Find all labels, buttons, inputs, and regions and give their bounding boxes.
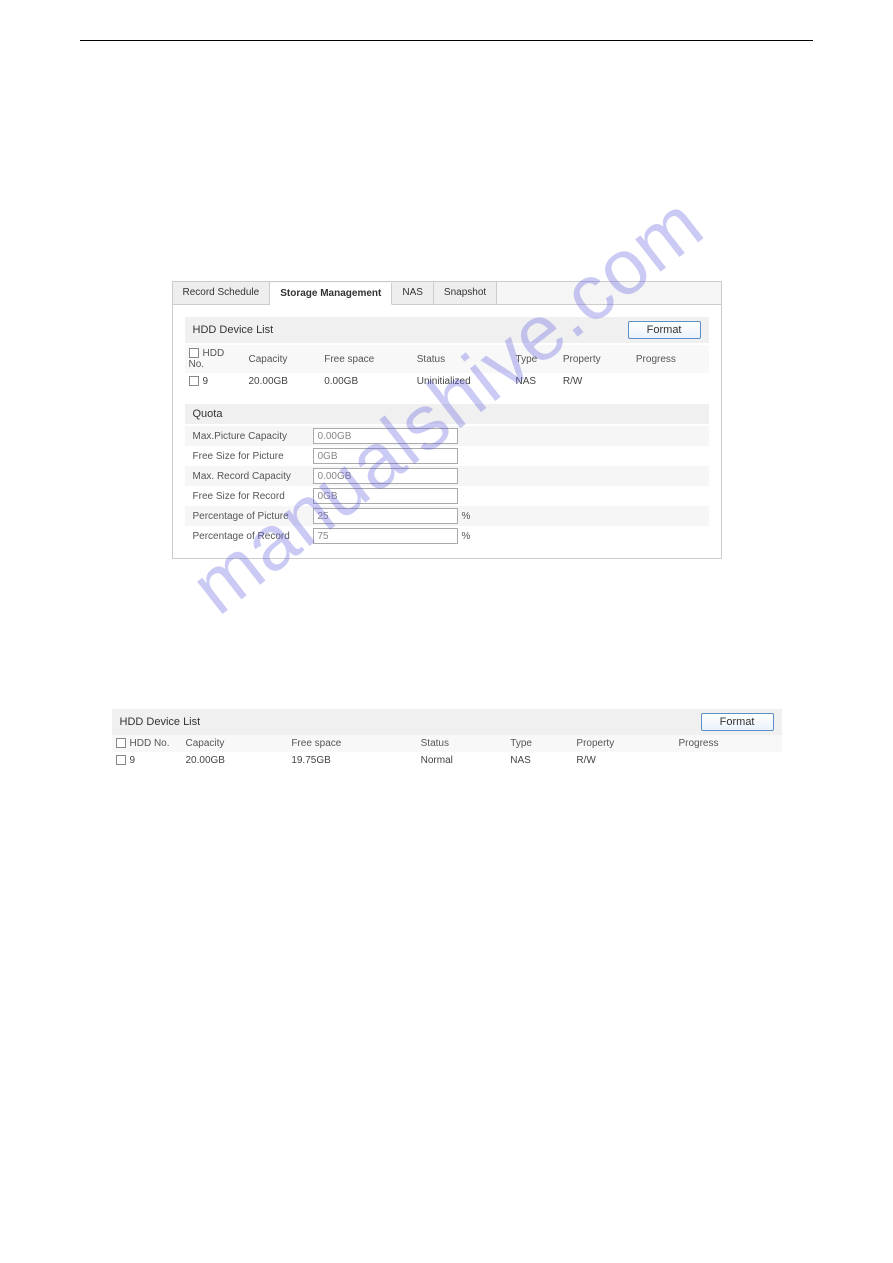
cell-free-space: 0.00GB: [320, 373, 413, 390]
max-picture-label: Max.Picture Capacity: [193, 431, 313, 442]
cell-property: R/W: [559, 373, 632, 390]
col-hdd-no-2: HDD No.: [130, 738, 170, 749]
col-progress: Progress: [632, 345, 709, 373]
table-header-row: HDD No. Capacity Free space Status Type …: [112, 735, 782, 752]
tab-snapshot[interactable]: Snapshot: [434, 282, 497, 304]
format-button-2[interactable]: Format: [701, 713, 774, 731]
hdd-list-standalone: HDD Device List Format HDD No. Capacity …: [112, 709, 782, 769]
storage-panel: Record Schedule Storage Management NAS S…: [172, 281, 722, 559]
col-property-2: Property: [572, 735, 674, 752]
cell-type: NAS: [512, 373, 559, 390]
tab-storage-management[interactable]: Storage Management: [270, 283, 392, 305]
col-type: Type: [512, 345, 559, 373]
cell-status: Uninitialized: [413, 373, 512, 390]
col-progress-2: Progress: [674, 735, 781, 752]
col-free-space-2: Free space: [287, 735, 416, 752]
select-all-checkbox-2[interactable]: [116, 738, 126, 748]
free-record-label: Free Size for Record: [193, 491, 313, 502]
col-status: Status: [413, 345, 512, 373]
hdd-list-title: HDD Device List: [193, 324, 274, 336]
tab-record-schedule[interactable]: Record Schedule: [173, 282, 271, 304]
hdd-device-table-2: HDD No. Capacity Free space Status Type …: [112, 735, 782, 769]
tab-bar: Record Schedule Storage Management NAS S…: [173, 282, 721, 305]
cell-capacity: 20.00GB: [245, 373, 321, 390]
cell-progress: [632, 373, 709, 390]
tab-nas[interactable]: NAS: [392, 282, 434, 304]
col-type-2: Type: [506, 735, 572, 752]
hdd-list-header: HDD Device List Format: [185, 317, 709, 343]
row-checkbox-2[interactable]: [116, 755, 126, 765]
row-checkbox[interactable]: [189, 376, 199, 386]
quota-title: Quota: [193, 408, 223, 420]
pct-unit-1: %: [462, 511, 471, 522]
cell-no-2: 9: [130, 755, 136, 766]
quota-block: Max.Picture Capacity Free Size for Pictu…: [185, 426, 709, 546]
table-row: 9 20.00GB 0.00GB Uninitialized NAS R/W: [185, 373, 709, 390]
col-capacity-2: Capacity: [182, 735, 288, 752]
col-property: Property: [559, 345, 632, 373]
table-row: 9 20.00GB 19.75GB Normal NAS R/W: [112, 752, 782, 769]
pct-picture-input[interactable]: [313, 508, 458, 524]
pct-unit-2: %: [462, 531, 471, 542]
col-free-space: Free space: [320, 345, 413, 373]
free-picture-input: [313, 448, 458, 464]
free-record-input: [313, 488, 458, 504]
top-rule: [80, 40, 813, 41]
pct-record-label: Percentage of Record: [193, 531, 313, 542]
cell-status-2: Normal: [417, 752, 507, 769]
cell-no: 9: [203, 376, 209, 387]
hdd-list-title-2: HDD Device List: [120, 716, 201, 728]
pct-picture-label: Percentage of Picture: [193, 511, 313, 522]
select-all-checkbox[interactable]: [189, 348, 199, 358]
format-button[interactable]: Format: [628, 321, 701, 339]
pct-record-input[interactable]: [313, 528, 458, 544]
cell-progress-2: [674, 752, 781, 769]
cell-property-2: R/W: [572, 752, 674, 769]
table-header-row: HDD No. Capacity Free space Status Type …: [185, 345, 709, 373]
max-record-input: [313, 468, 458, 484]
max-picture-input: [313, 428, 458, 444]
col-status-2: Status: [417, 735, 507, 752]
cell-capacity-2: 20.00GB: [182, 752, 288, 769]
cell-type-2: NAS: [506, 752, 572, 769]
quota-header: Quota: [185, 404, 709, 424]
free-picture-label: Free Size for Picture: [193, 451, 313, 462]
col-capacity: Capacity: [245, 345, 321, 373]
max-record-label: Max. Record Capacity: [193, 471, 313, 482]
hdd-device-table: HDD No. Capacity Free space Status Type …: [185, 345, 709, 390]
cell-free-space-2: 19.75GB: [287, 752, 416, 769]
hdd-list-header-2: HDD Device List Format: [112, 709, 782, 735]
